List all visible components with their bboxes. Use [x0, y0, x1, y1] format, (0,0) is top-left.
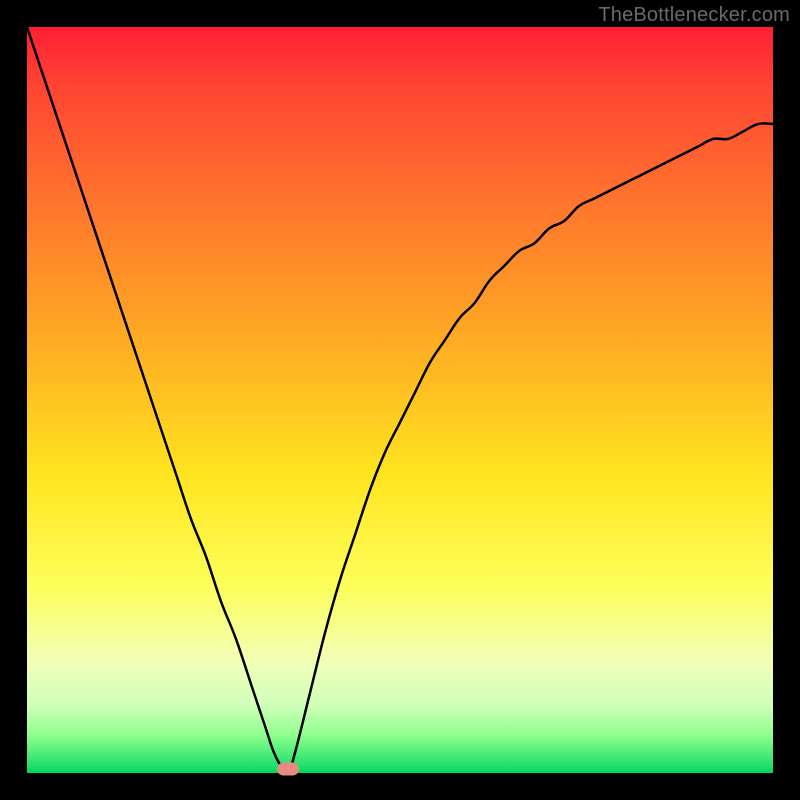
chart-frame: TheBottlenecker.com	[0, 0, 800, 800]
plot-area	[27, 27, 773, 773]
bottleneck-curve	[27, 27, 773, 773]
attribution-text: TheBottlenecker.com	[598, 4, 790, 27]
minimum-marker	[277, 763, 299, 776]
